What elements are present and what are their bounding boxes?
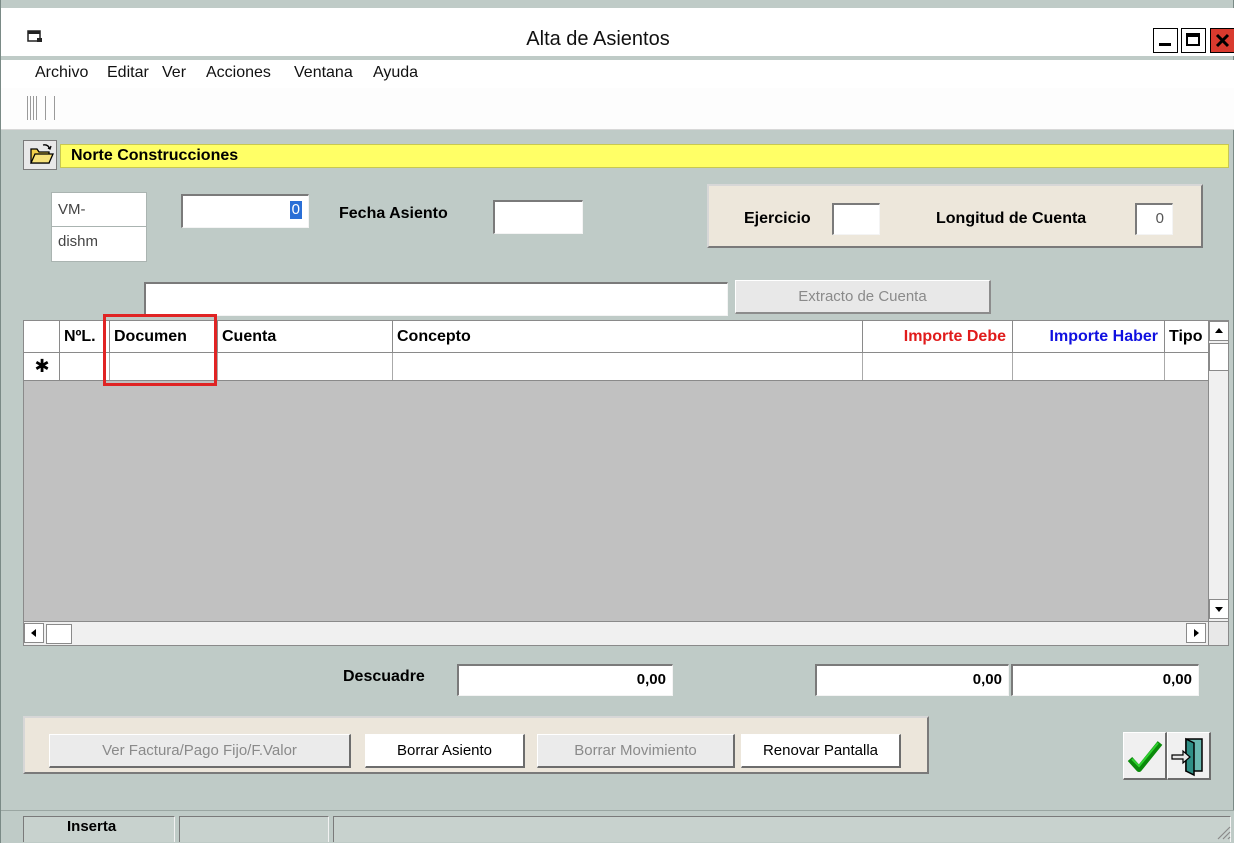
exit-button[interactable]: [1167, 732, 1211, 780]
longitud-cuenta-label: Longitud de Cuenta: [936, 210, 1087, 227]
company-name: Norte Construcciones: [71, 147, 239, 164]
host-line-2: dishm: [58, 233, 99, 250]
menu-ver[interactable]: Ver: [162, 64, 186, 82]
exit-door-icon: [1171, 737, 1203, 777]
extracto-cuenta-button[interactable]: Extracto de Cuenta: [735, 280, 991, 314]
status-pane-3: [333, 816, 1231, 842]
horizontal-scrollbar[interactable]: [24, 621, 1208, 645]
descuadre-field: 0,00: [457, 664, 673, 696]
cell-importe-haber[interactable]: [1013, 353, 1165, 380]
close-button[interactable]: [1210, 28, 1234, 53]
vertical-scrollbar[interactable]: [1208, 321, 1229, 621]
cell-concepto[interactable]: [393, 353, 863, 380]
scroll-down-button[interactable]: [1209, 599, 1229, 619]
scroll-up-button[interactable]: [1209, 321, 1229, 341]
status-pane-2: [179, 816, 329, 842]
close-icon: [1215, 33, 1230, 48]
ejercicio-field[interactable]: [832, 203, 880, 235]
total-haber-field: 0,00: [1011, 664, 1199, 696]
maximize-button[interactable]: [1181, 28, 1206, 53]
toolbar: [1, 88, 1234, 130]
borrar-asiento-button[interactable]: Borrar Asiento: [365, 734, 525, 768]
arrow-down-icon: [1215, 607, 1223, 612]
scroll-right-button[interactable]: [1186, 623, 1206, 643]
app-window: Alta de Asientos Archivo Editar Ver Acci…: [0, 0, 1234, 843]
col-header-importe-haber[interactable]: Importe Haber: [1013, 321, 1165, 352]
ver-factura-button[interactable]: Ver Factura/Pago Fijo/F.Valor: [49, 734, 351, 768]
asiento-number-field[interactable]: 0: [181, 194, 309, 228]
row-selector[interactable]: ✱: [24, 353, 60, 380]
total-debe-field: 0,00: [815, 664, 1009, 696]
accept-button[interactable]: [1123, 732, 1167, 780]
window-title: Alta de Asientos: [526, 28, 670, 50]
borrar-movimiento-button[interactable]: Borrar Movimiento: [537, 734, 735, 768]
scroll-corner: [1208, 621, 1228, 645]
ejercicio-label: Ejercicio: [744, 210, 811, 227]
longitud-cuenta-field[interactable]: 0: [1135, 203, 1173, 235]
fecha-asiento-label: Fecha Asiento: [339, 205, 448, 222]
menu-acciones[interactable]: Acciones: [206, 64, 271, 82]
menu-archivo[interactable]: Archivo: [35, 64, 88, 82]
horizontal-scroll-thumb[interactable]: [46, 624, 72, 644]
host-line-1: VM-: [58, 201, 86, 218]
longitud-cuenta-value: 0: [1155, 210, 1164, 227]
action-button-panel: Ver Factura/Pago Fijo/F.Valor Borrar Asi…: [23, 716, 929, 774]
checkmark-icon: [1127, 741, 1163, 772]
col-header-selector: [24, 321, 60, 352]
asiento-number-value: 0: [289, 201, 302, 219]
menu-editar[interactable]: Editar: [107, 64, 149, 82]
open-folder-icon: [29, 144, 55, 164]
cell-importe-debe[interactable]: [863, 353, 1013, 380]
menu-ayuda[interactable]: Ayuda: [373, 64, 418, 82]
arrow-left-icon: [31, 629, 36, 637]
host-divider: [52, 226, 146, 227]
minimize-icon: [1159, 43, 1171, 46]
host-box: VM- dishm: [51, 192, 147, 262]
col-header-tipo[interactable]: Tipo: [1165, 321, 1208, 352]
maximize-icon: [1186, 33, 1200, 46]
account-search-field[interactable]: [144, 282, 728, 316]
resize-grip-icon[interactable]: [1213, 822, 1231, 840]
company-strip: Norte Construcciones: [23, 140, 1229, 171]
descuadre-label: Descuadre: [343, 668, 425, 685]
col-header-cuenta[interactable]: Cuenta: [218, 321, 393, 352]
scroll-left-button[interactable]: [24, 623, 44, 643]
arrow-right-icon: [1194, 629, 1199, 637]
toolbar-grip[interactable]: [27, 96, 57, 120]
documento-highlight-box: [103, 314, 217, 386]
vertical-scroll-thumb[interactable]: [1209, 343, 1229, 371]
new-row-marker: ✱: [34, 356, 50, 376]
col-header-importe-debe[interactable]: Importe Debe: [863, 321, 1013, 352]
renovar-pantalla-button[interactable]: Renovar Pantalla: [741, 734, 901, 768]
cell-cuenta[interactable]: [218, 353, 393, 380]
cell-tipo[interactable]: [1165, 353, 1208, 380]
arrow-up-icon: [1215, 328, 1223, 333]
fecha-asiento-field[interactable]: [493, 200, 583, 234]
open-folder-button[interactable]: [23, 140, 57, 170]
status-mode-text: Inserta: [67, 818, 117, 835]
minimize-button[interactable]: [1153, 28, 1178, 53]
menu-ventana[interactable]: Ventana: [294, 64, 353, 82]
col-header-concepto[interactable]: Concepto: [393, 321, 863, 352]
